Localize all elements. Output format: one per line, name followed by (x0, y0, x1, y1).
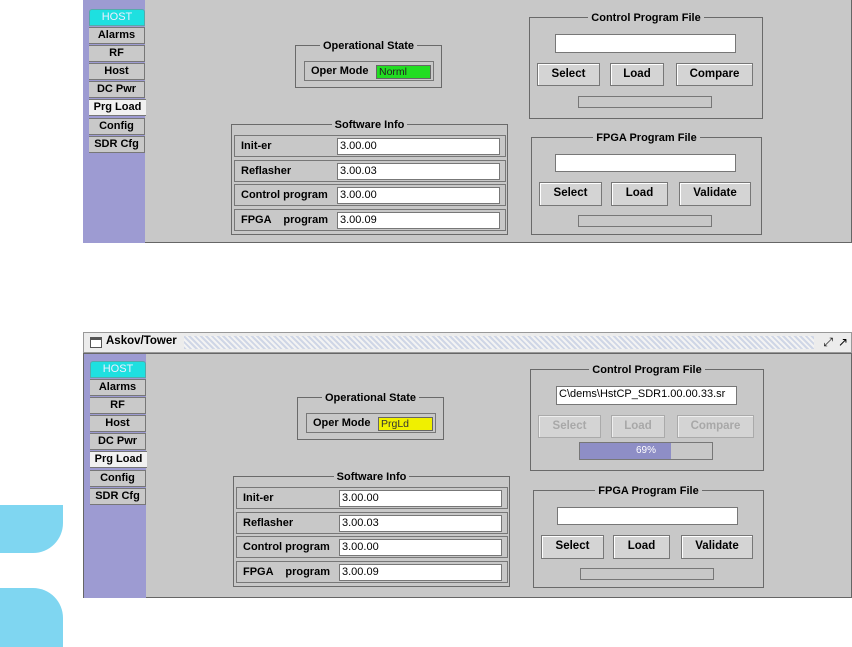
oper-mode-value: PrgLd (378, 417, 433, 431)
software-row-label: Reflasher (243, 517, 294, 529)
control-progress-bar (578, 96, 712, 108)
top-tab-host[interactable]: HOST (89, 9, 145, 26)
bottom-tab-prg-load[interactable]: Prg Load (90, 451, 147, 468)
software-row-value: 3.00.09 (337, 212, 500, 229)
fpga-validate-button[interactable]: Validate (681, 535, 753, 559)
control-select-button[interactable]: Select (538, 415, 601, 438)
control-program-path-input[interactable] (555, 34, 736, 53)
software-row-label: Control program (241, 189, 328, 201)
bottom-operational-state-group: Operational State Oper Mode PrgLd (297, 392, 444, 440)
fpga-load-button[interactable]: Load (611, 182, 668, 206)
software-row-label: Init-er (241, 140, 272, 152)
control-progress-text: 69% (635, 445, 656, 456)
bottom-tab-config[interactable]: Config (90, 470, 146, 487)
top-fpga-program-file-group: FPGA Program File Select Load Validate (531, 132, 762, 235)
software-row-label: Reflasher (241, 165, 292, 177)
fpga-select-button[interactable]: Select (541, 535, 604, 559)
fpga-progress-bar (578, 215, 712, 227)
software-row-label: FPGA program (241, 214, 328, 226)
control-program-file-title: Control Program File (588, 12, 704, 24)
control-load-button[interactable]: Load (611, 415, 665, 438)
software-row-value: 3.00.03 (337, 163, 500, 180)
control-load-button[interactable]: Load (610, 63, 664, 86)
restore-icon[interactable]: ⤢ (823, 335, 833, 350)
operational-state-title: Operational State (321, 392, 420, 404)
control-progress-bar: 69% (579, 442, 713, 460)
software-row-label: FPGA program (243, 566, 330, 578)
top-tab-sdr-cfg[interactable]: SDR Cfg (89, 136, 145, 153)
bottom-tab-host[interactable]: HOST (90, 361, 146, 378)
software-row-fpga-program: FPGA program 3.00.09 (234, 209, 506, 231)
control-program-path-input[interactable]: C\dems\HstCP_SDR1.00.00.33.sr (556, 386, 737, 405)
side-decoration-top (0, 505, 63, 553)
top-operational-state-group: Operational State Oper Mode Norml (295, 40, 442, 88)
oper-mode-label: Oper Mode (311, 65, 369, 77)
software-row-value: 3.00.09 (339, 564, 502, 581)
software-row-init-er: Init-er 3.00.00 (234, 135, 506, 157)
side-decoration-bottom (0, 588, 63, 647)
bottom-tab-rf[interactable]: RF (90, 397, 146, 414)
control-compare-button[interactable]: Compare (676, 63, 753, 86)
fpga-load-button[interactable]: Load (613, 535, 670, 559)
bottom-tab-dc-pwr[interactable]: DC Pwr (90, 433, 146, 450)
software-row-label: Control program (243, 541, 330, 553)
software-row-value: 3.00.00 (337, 187, 500, 204)
software-info-title: Software Info (331, 119, 408, 131)
software-row-value: 3.00.03 (339, 515, 502, 532)
software-row-fpga-program: FPGA program 3.00.09 (236, 561, 508, 583)
software-row-value: 3.00.00 (339, 539, 502, 556)
top-tab-rf[interactable]: RF (89, 45, 145, 62)
software-row-label: Init-er (243, 492, 274, 504)
window-title: Askov/Tower (106, 335, 180, 347)
window-icon (90, 337, 102, 348)
bottom-fpga-program-file-group: FPGA Program File Select Load Validate (533, 485, 764, 588)
top-tab-alarms[interactable]: Alarms (89, 27, 145, 44)
software-info-title: Software Info (333, 471, 410, 483)
fpga-program-file-title: FPGA Program File (593, 132, 700, 144)
top-tab-prg-load[interactable]: Prg Load (89, 99, 146, 116)
bottom-tab-sdr-cfg[interactable]: SDR Cfg (90, 488, 146, 505)
top-tab-host-2[interactable]: Host (89, 63, 145, 80)
bottom-control-program-file-group: Control Program File C\dems\HstCP_SDR1.0… (530, 364, 764, 471)
bottom-software-info-group: Software Info Init-er 3.00.00 Reflasher … (233, 471, 510, 587)
oper-mode-value: Norml (376, 65, 431, 79)
control-select-button[interactable]: Select (537, 63, 600, 86)
operational-state-title: Operational State (319, 40, 418, 52)
software-row-value: 3.00.00 (339, 490, 502, 507)
software-row-reflasher: Reflasher 3.00.03 (234, 160, 506, 182)
fpga-select-button[interactable]: Select (539, 182, 602, 206)
control-program-file-title: Control Program File (589, 364, 705, 376)
oper-mode-box: Oper Mode Norml (304, 61, 434, 81)
control-compare-button[interactable]: Compare (677, 415, 754, 438)
fpga-program-file-title: FPGA Program File (595, 485, 702, 497)
top-tab-config[interactable]: Config (89, 118, 145, 135)
top-control-program-file-group: Control Program File Select Load Compare (529, 12, 763, 119)
top-software-info-group: Software Info Init-er 3.00.00 Reflasher … (231, 119, 508, 235)
oper-mode-label: Oper Mode (313, 417, 371, 429)
fpga-progress-bar (580, 568, 714, 580)
fpga-validate-button[interactable]: Validate (679, 182, 751, 206)
bottom-tab-host-2[interactable]: Host (90, 415, 146, 432)
bottom-tab-alarms[interactable]: Alarms (90, 379, 146, 396)
software-row-reflasher: Reflasher 3.00.03 (236, 512, 508, 534)
fpga-program-path-input[interactable] (555, 154, 736, 172)
software-row-control-program: Control program 3.00.00 (234, 184, 506, 206)
window-title-bar[interactable]: Askov/Tower ⤢ ↗ (83, 332, 852, 353)
fpga-program-path-input[interactable] (557, 507, 738, 525)
oper-mode-box: Oper Mode PrgLd (306, 413, 436, 433)
top-tab-dc-pwr[interactable]: DC Pwr (89, 81, 145, 98)
software-row-value: 3.00.00 (337, 138, 500, 155)
maximize-icon[interactable]: ↗ (838, 335, 848, 349)
software-row-control-program: Control program 3.00.00 (236, 536, 508, 558)
software-row-init-er: Init-er 3.00.00 (236, 487, 508, 509)
title-bar-hatch (184, 336, 814, 349)
